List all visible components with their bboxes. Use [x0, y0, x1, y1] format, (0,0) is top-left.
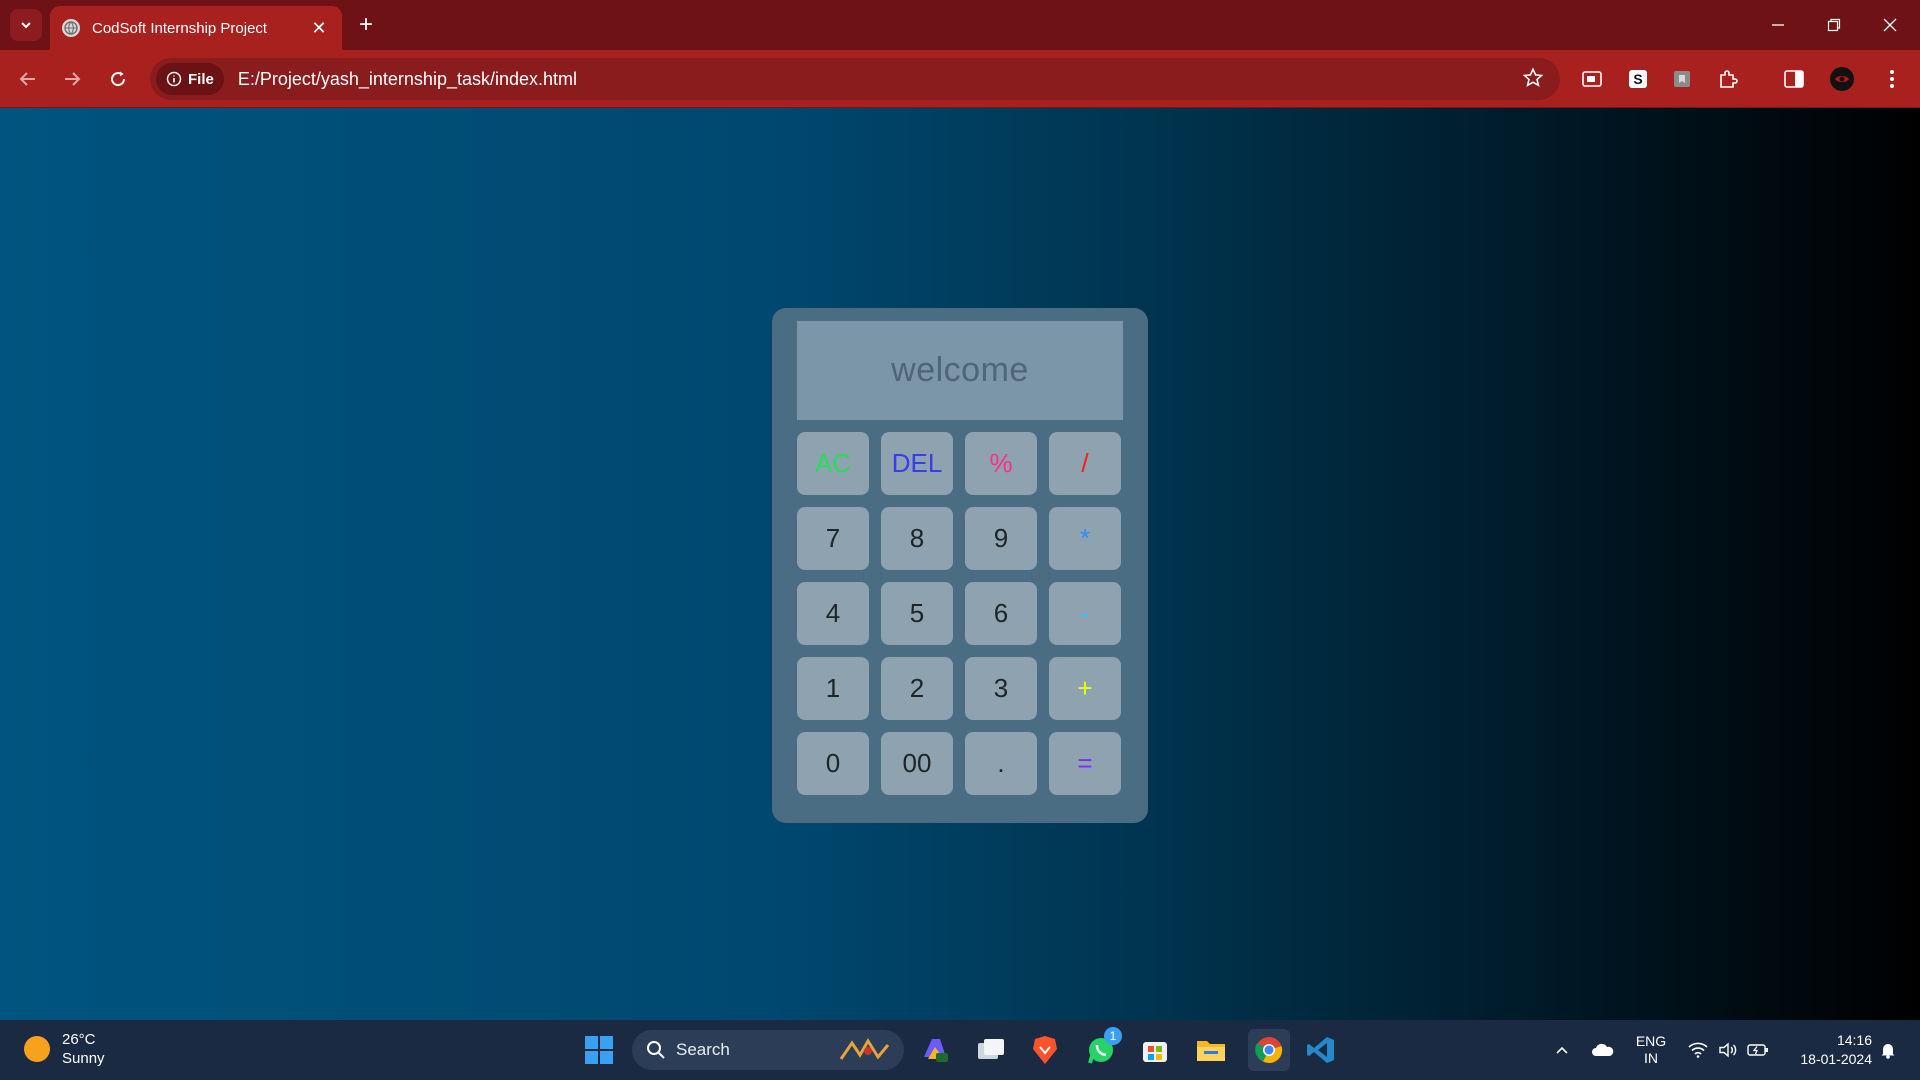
tab-search-button[interactable] — [10, 9, 42, 41]
language-indicator[interactable]: ENG IN — [1628, 1020, 1674, 1080]
weather-widget[interactable]: 26°C Sunny — [24, 1030, 105, 1068]
microsoft-store-icon[interactable] — [1138, 1033, 1172, 1067]
clock-time: 14:16 — [1836, 1032, 1872, 1048]
key-6-button[interactable]: 6 — [965, 582, 1037, 645]
volume-icon[interactable] — [1714, 1020, 1742, 1080]
task-view-icon[interactable] — [974, 1033, 1008, 1067]
file-explorer-icon[interactable] — [1194, 1033, 1228, 1067]
key-decimal-button[interactable]: . — [965, 732, 1037, 795]
search-icon — [647, 1041, 665, 1059]
taskbar-search[interactable]: Search — [632, 1030, 904, 1070]
calculator-display[interactable]: welcome — [797, 321, 1123, 420]
close-window-icon[interactable] — [1862, 0, 1918, 50]
svg-text:S: S — [1633, 71, 1642, 87]
key-subtract-button[interactable]: - — [1049, 582, 1121, 645]
key-2-button[interactable]: 2 — [881, 657, 953, 720]
site-info-chip[interactable]: File — [156, 63, 224, 95]
key-3-button[interactable]: 3 — [965, 657, 1037, 720]
copilot-icon[interactable] — [918, 1033, 952, 1067]
page-viewport: welcome AC DEL%/ 7 8 9 * 4 5 6- 1 2 3 +0 00. = — [0, 108, 1920, 1020]
brave-browser-icon[interactable] — [1028, 1033, 1062, 1067]
clock[interactable]: 14:16 18-01-2024 — [1782, 1020, 1872, 1080]
chevron-up-icon[interactable] — [1550, 1020, 1574, 1080]
bookmark-star-icon[interactable] — [1522, 67, 1546, 91]
key-0-button[interactable]: 0 — [797, 732, 869, 795]
key-divide-button[interactable]: / — [1049, 432, 1121, 495]
side-panel-icon[interactable] — [1778, 63, 1810, 95]
whatsapp-badge: 1 — [1104, 1027, 1122, 1045]
url-text: E:/Project/yash_internship_task/index.ht… — [237, 68, 578, 89]
display-text: welcome — [891, 351, 1029, 389]
profile-avatar[interactable] — [1826, 63, 1858, 95]
info-icon — [166, 71, 182, 87]
language-code: ENG — [1635, 1033, 1667, 1049]
windows-start-icon[interactable] — [582, 1033, 616, 1067]
key-double-zero-button[interactable]: 00 — [881, 732, 953, 795]
restore-icon[interactable] — [1806, 0, 1862, 50]
key-9-button[interactable]: 9 — [965, 507, 1037, 570]
browser-menu-icon[interactable] — [1876, 63, 1908, 95]
tab-close-icon[interactable]: ✕ — [310, 18, 328, 39]
browser-tab-active[interactable]: CodSoft Internship Project ✕ — [50, 6, 342, 50]
key-add-button[interactable]: + — [1049, 657, 1121, 720]
browser-tab-strip: CodSoft Internship Project ✕ + — [0, 0, 1920, 50]
site-info-label: File — [188, 70, 214, 88]
key-percent-button[interactable]: % — [965, 432, 1037, 495]
key-5-button[interactable]: 5 — [881, 582, 953, 645]
key-multiply-button[interactable]: * — [1049, 507, 1121, 570]
key-equals-button[interactable]: = — [1049, 732, 1121, 795]
picture-in-picture-extension-icon[interactable] — [1576, 63, 1608, 95]
whatsapp-icon[interactable]: 1 — [1084, 1027, 1122, 1067]
notification-bell-icon[interactable] — [1874, 1020, 1902, 1080]
weather-condition: Sunny — [62, 1050, 105, 1067]
extensions-puzzle-icon[interactable] — [1712, 63, 1744, 95]
s-extension-icon[interactable]: S — [1622, 63, 1654, 95]
windows-taskbar: 26°C Sunny Search 1 ENG IN 14:16 18-01-2… — [0, 1020, 1920, 1080]
tab-title: CodSoft Internship Project — [92, 19, 268, 37]
key-clear-button[interactable]: AC — [797, 432, 869, 495]
tag-extension-icon[interactable] — [1666, 63, 1698, 95]
clock-date: 18-01-2024 — [1800, 1051, 1872, 1067]
key-8-button[interactable]: 8 — [881, 507, 953, 570]
onedrive-cloud-icon[interactable] — [1588, 1020, 1618, 1080]
reload-icon[interactable] — [102, 63, 134, 95]
wifi-icon[interactable] — [1684, 1020, 1712, 1080]
forward-arrow-icon[interactable] — [56, 63, 88, 95]
chevron-down-icon — [21, 22, 31, 29]
chrome-icon[interactable] — [1248, 1029, 1290, 1071]
calculator: welcome AC DEL%/ 7 8 9 * 4 5 6- 1 2 3 +0 00. = — [772, 308, 1148, 823]
vscode-icon[interactable] — [1304, 1033, 1338, 1067]
region-code: IN — [1644, 1050, 1658, 1066]
address-bar[interactable]: File E:/Project/yash_internship_task/ind… — [150, 58, 1560, 100]
temperature: 26°C — [62, 1031, 96, 1048]
minimize-icon[interactable] — [1750, 0, 1806, 50]
globe-icon — [62, 19, 80, 37]
search-label: Search — [676, 1040, 730, 1059]
key-7-button[interactable]: 7 — [797, 507, 869, 570]
browser-toolbar: File E:/Project/yash_internship_task/ind… — [0, 50, 1920, 108]
key-delete-button[interactable]: DEL — [881, 432, 953, 495]
sun-icon — [24, 1036, 50, 1062]
back-arrow-icon[interactable] — [12, 63, 44, 95]
key-1-button[interactable]: 1 — [797, 657, 869, 720]
new-tab-plus-icon[interactable]: + — [352, 11, 380, 39]
search-highlight-icon — [839, 1038, 890, 1060]
key-4-button[interactable]: 4 — [797, 582, 869, 645]
battery-icon[interactable] — [1744, 1020, 1772, 1080]
